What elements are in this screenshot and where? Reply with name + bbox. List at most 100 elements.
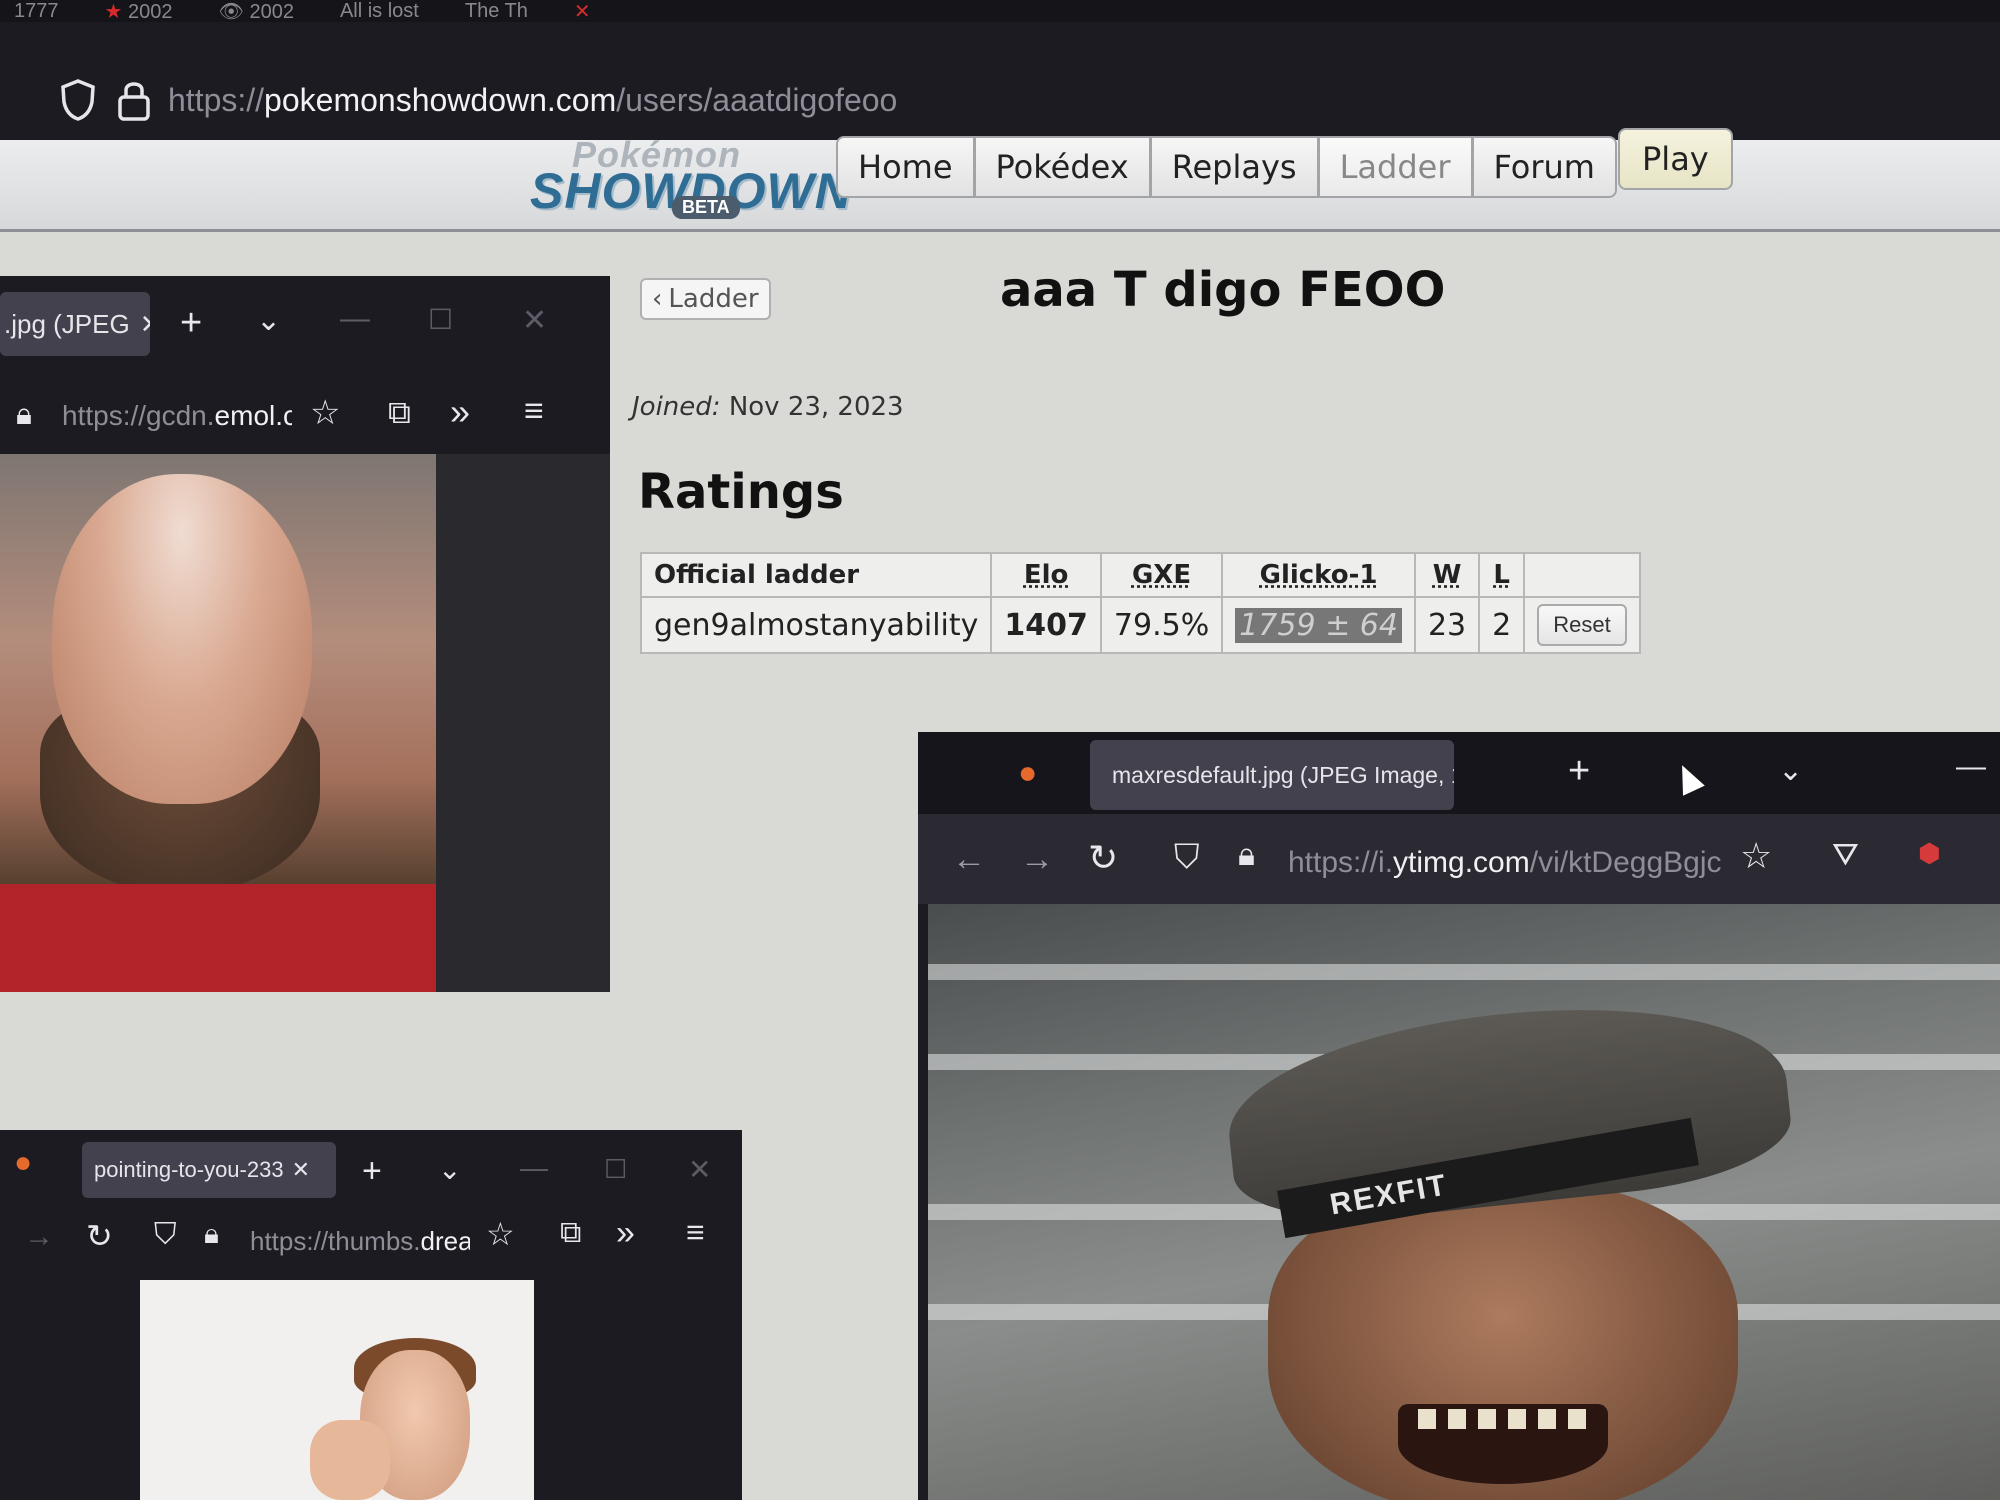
page-title: aaa T digo FEOO (1000, 262, 1446, 318)
hamburger-menu-icon[interactable]: ≡ (686, 1216, 705, 1248)
nav-ladder[interactable]: Ladder (1318, 136, 1473, 198)
tab-title: .jpg (JPEG (4, 308, 130, 339)
col-gxe[interactable]: GXE (1099, 552, 1224, 598)
new-tab-icon[interactable]: + (362, 1154, 382, 1188)
format-cell: gen9almostanyability (639, 596, 993, 654)
forward-icon[interactable]: → (1020, 842, 1054, 876)
play-button[interactable]: Play (1618, 128, 1733, 190)
close-window-icon[interactable]: ✕ (688, 1156, 711, 1184)
new-tab-icon[interactable]: + (1568, 752, 1590, 790)
firefox-icon: ● (1018, 754, 1038, 790)
image-window-c: ● maxresdefault.jpg (JPEG Image, 128 ✕ +… (918, 732, 2000, 1500)
elo-cell: 1407 (990, 596, 1102, 654)
reload-icon[interactable]: ↻ (86, 1220, 113, 1252)
bookmark-star-icon[interactable]: ☆ (310, 396, 340, 430)
minimize-icon[interactable]: — (1956, 752, 1986, 782)
col-wins[interactable]: W (1413, 552, 1481, 598)
nav-replays[interactable]: Replays (1150, 136, 1319, 198)
minimize-icon[interactable]: — (520, 1154, 548, 1182)
window-a-tab[interactable]: .jpg (JPEG ✕ (0, 292, 150, 356)
col-glicko[interactable]: Glicko-1 (1221, 552, 1416, 598)
nav-forum[interactable]: Forum (1472, 136, 1617, 198)
firefox-icon: ● (14, 1146, 33, 1179)
tab-strip-item[interactable]: The Th (465, 0, 528, 22)
hamburger-menu-icon[interactable]: ≡ (524, 394, 544, 428)
photo-content (140, 1280, 534, 1500)
reset-button[interactable]: Reset (1537, 604, 1627, 646)
col-official-ladder: Official ladder (639, 552, 993, 598)
bookmark-star-icon[interactable]: ☆ (486, 1218, 515, 1250)
reload-icon[interactable]: ↻ (1088, 840, 1118, 876)
nav-pokedex[interactable]: Pokédex (974, 136, 1151, 198)
close-tab-icon[interactable]: ✕ (292, 1157, 310, 1183)
joined-date: Joined: Nov 23, 2023 (632, 392, 904, 422)
ratings-heading: Ratings (638, 464, 844, 520)
col-action (1523, 552, 1641, 598)
close-tab-icon[interactable]: ✕ (140, 309, 150, 340)
url-text[interactable]: https://thumbs.drea (250, 1226, 470, 1257)
extensions-icon[interactable]: ⧉ (388, 396, 411, 428)
tab-strip-item[interactable]: 👁 2002 (218, 0, 294, 23)
tab-strip-item[interactable]: All is lost (340, 0, 419, 22)
wins-cell: 23 (1413, 596, 1481, 654)
maximize-icon[interactable]: ☐ (604, 1156, 627, 1182)
pocket-icon[interactable]: ⛛ (1832, 838, 1859, 870)
tab-bar (918, 732, 2000, 814)
image-window-a: .jpg (JPEG ✕ + ⌄ — ☐ ✕ 🔒︎ https://gcdn.e… (0, 276, 610, 992)
window-c-tab[interactable]: maxresdefault.jpg (JPEG Image, 128 ✕ (1090, 740, 1454, 810)
tab-strip-item[interactable]: 1777 (14, 0, 59, 22)
table-header-row: Official ladder Elo GXE Glicko-1 W L (639, 552, 1641, 598)
url-text[interactable]: https://gcdn.emol.c (62, 400, 292, 432)
action-cell: Reset (1523, 596, 1641, 654)
browser-tab-strip: 1777 ★ 2002 👁 2002 All is lost The Th ✕ (0, 0, 2000, 22)
image-backdrop (436, 454, 610, 992)
chevron-left-icon: ‹ (652, 284, 663, 314)
maximize-icon[interactable]: ☐ (428, 306, 453, 334)
col-losses[interactable]: L (1478, 552, 1526, 598)
overflow-menu-icon[interactable]: » (450, 394, 470, 430)
chevron-down-icon[interactable]: ⌄ (438, 1156, 461, 1184)
overflow-menu-icon[interactable]: » (616, 1216, 635, 1250)
lock-icon[interactable]: 🔒︎ (16, 400, 32, 430)
address-bar[interactable]: https://pokemonshowdown.com/users/aaatdi… (0, 22, 2000, 140)
extensions-icon[interactable]: ⧉ (560, 1218, 581, 1248)
url-text[interactable]: https://i.ytimg.com/vi/ktDeggBgjc (1288, 846, 1728, 880)
joined-value: Nov 23, 2023 (728, 392, 904, 422)
shield-icon[interactable] (58, 78, 98, 122)
window-b-tab[interactable]: pointing-to-you-233 ✕ (82, 1142, 336, 1198)
lock-icon[interactable]: 🔒︎ (204, 1220, 219, 1248)
url-text[interactable]: https://pokemonshowdown.com/users/aaatdi… (168, 82, 897, 119)
star-icon: ★ (104, 0, 123, 23)
chevron-down-icon[interactable]: ⌄ (256, 306, 281, 336)
shield-icon[interactable]: ⛉ (1174, 840, 1200, 874)
eye-icon: 👁 (218, 0, 244, 23)
lock-icon[interactable] (116, 78, 152, 122)
tab-title: pointing-to-you-233 (94, 1157, 284, 1182)
ublock-icon[interactable]: ⬢ (1918, 840, 1941, 866)
close-window-icon[interactable]: ✕ (522, 306, 547, 336)
photo-content: REXFIT (928, 904, 2000, 1500)
shield-icon[interactable]: ⛉ (154, 1220, 177, 1250)
main-nav: Home Pokédex Replays Ladder Forum (836, 136, 1617, 198)
glicko-cell: 1759 ± 64 (1221, 596, 1416, 654)
back-icon[interactable]: ← (952, 842, 986, 876)
joined-label: Joined: (632, 392, 721, 422)
photo-content (0, 454, 436, 992)
nav-home[interactable]: Home (836, 136, 975, 198)
bookmark-star-icon[interactable]: ☆ (1740, 838, 1772, 874)
forward-icon[interactable]: → (24, 1222, 54, 1252)
gxe-cell: 79.5% (1099, 596, 1224, 654)
col-elo[interactable]: Elo (990, 552, 1102, 598)
losses-cell: 2 (1478, 596, 1526, 654)
ratings-table: Official ladder Elo GXE Glicko-1 W L gen… (639, 552, 1641, 654)
lock-icon[interactable]: 🔒︎ (1238, 838, 1255, 870)
back-to-ladder-button[interactable]: ‹ Ladder (640, 278, 771, 320)
image-window-b: ● pointing-to-you-233 ✕ + ⌄ — ☐ ✕ → ↻ ⛉ … (0, 1130, 742, 1500)
new-tab-icon[interactable]: + (180, 304, 202, 342)
site-logo[interactable]: Pokémon SHOWDOWN BETA (530, 134, 851, 224)
chevron-down-icon[interactable]: ⌄ (1778, 756, 1803, 786)
close-icon[interactable]: ✕ (574, 0, 591, 23)
back-label: Ladder (668, 284, 759, 314)
minimize-icon[interactable]: — (340, 304, 370, 334)
tab-strip-item[interactable]: ★ 2002 (104, 0, 173, 23)
